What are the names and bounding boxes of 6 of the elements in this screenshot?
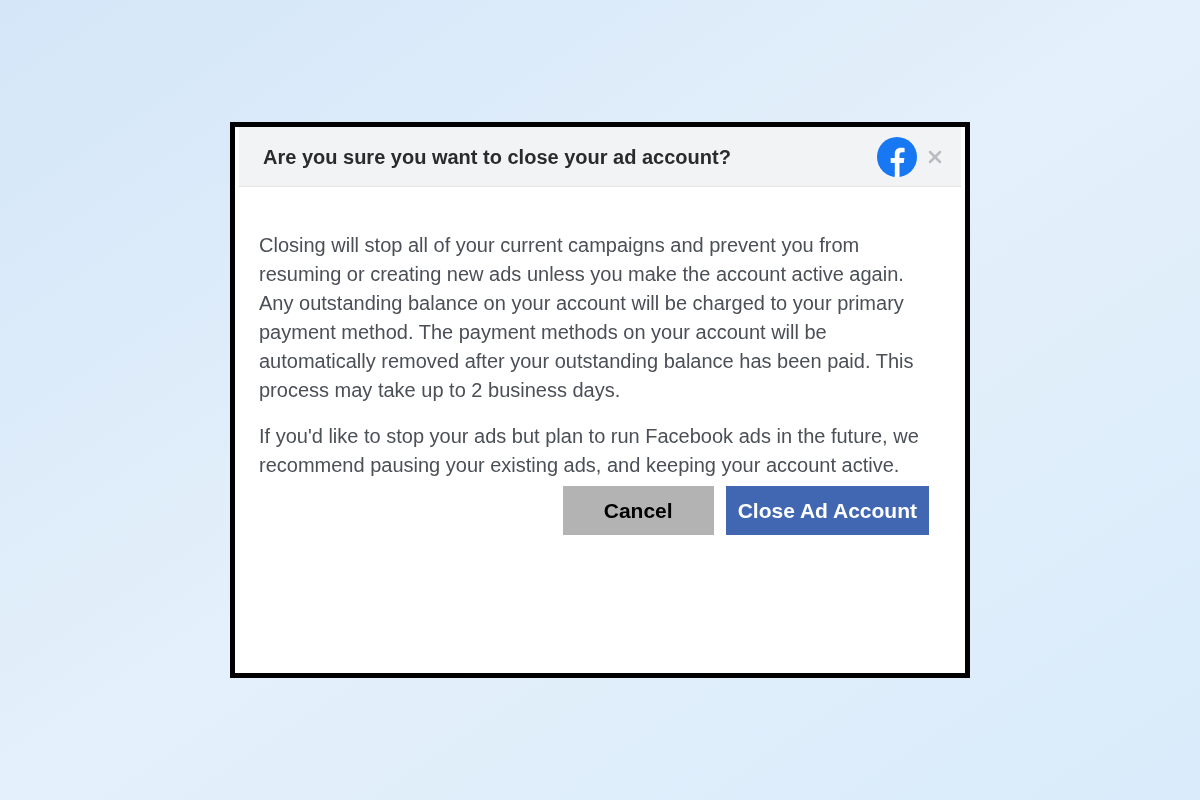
- body-paragraph: If you'd like to stop your ads but plan to run Facebook ads in the future, we recommend pausing your existing ads, and keeping your account active.: [259, 424, 920, 478]
- dialog-title: Are you sure you want to close your ad account?: [263, 144, 732, 170]
- logo-icon: [877, 136, 917, 177]
- cancel-button[interactable]: Cancel: [562, 486, 714, 535]
- body-paragraph: Closing will stop all of your current campaigns and prevent you from resuming or creating new ads unless you make the account active again. Any outstanding balance on your account will be charged to your primary payment method. The payment methods on your account will be automatically removed after your outstanding balance has been paid. This process may take up to 2 business days.: [259, 233, 915, 403]
- close-account-button[interactable]: Close Ad Account: [725, 486, 929, 535]
